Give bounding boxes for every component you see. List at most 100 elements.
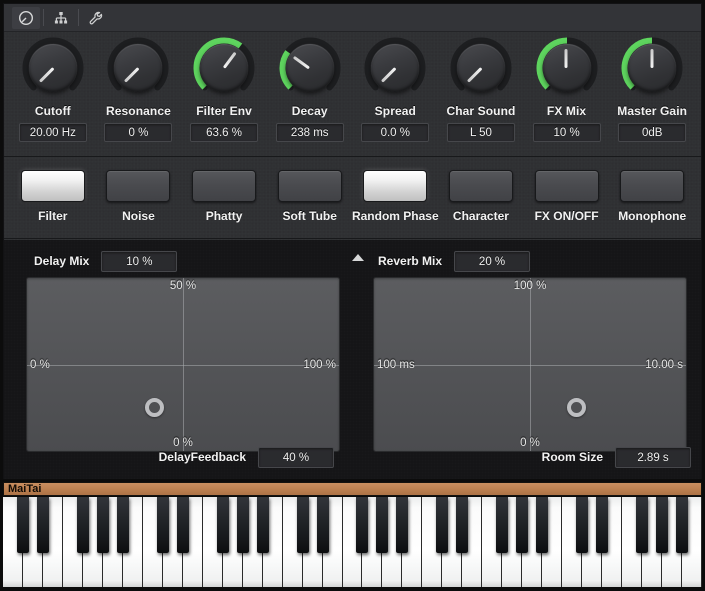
knob-value-field[interactable]: 0 % <box>104 123 173 142</box>
knob-cell-master-gain: Master Gain 0dB <box>612 32 692 142</box>
knob-label: Filter Env <box>196 104 252 118</box>
knob-resonance[interactable] <box>107 37 169 99</box>
knob-label: Cutoff <box>34 104 71 118</box>
delay-feedback-value[interactable]: 40 % <box>258 446 334 468</box>
reverb-pad-axis-horizontal <box>374 364 686 366</box>
knob-value-field[interactable]: 0dB <box>618 123 687 142</box>
delay-pad-axis-horizontal <box>27 364 339 366</box>
toggle-label-noise: Noise <box>122 209 155 223</box>
knob-filter-env[interactable] <box>193 37 255 99</box>
modulation-routing-button[interactable] <box>47 7 75 29</box>
piano-black-key[interactable] <box>636 497 649 553</box>
knob-value-field[interactable]: 10 % <box>532 123 601 142</box>
knob-value-field[interactable]: 0.0 % <box>361 123 430 142</box>
reverb-pad-label-left: 100 ms <box>377 358 415 371</box>
piano-black-key[interactable] <box>536 497 549 553</box>
delay-feedback-label: DelayFeedback <box>158 450 246 464</box>
delay-mix-row: Delay Mix 10 % <box>34 250 178 272</box>
piano-black-key[interactable] <box>396 497 409 553</box>
toolbar-divider-1 <box>43 9 44 26</box>
knob-label: Master Gain <box>617 104 688 118</box>
toggle-button-fx-on-off[interactable] <box>534 170 599 202</box>
settings-button[interactable] <box>82 7 110 29</box>
knob-cell-fx-mix: FX Mix 10 % <box>527 32 607 142</box>
piano-black-key[interactable] <box>456 497 469 553</box>
toggle-button-soft-tube[interactable] <box>277 170 342 202</box>
piano-black-key[interactable] <box>296 497 309 553</box>
knob-master-gain[interactable] <box>621 37 683 99</box>
piano-black-key[interactable] <box>76 497 89 553</box>
keyboard-range-bar[interactable]: MaiTai <box>3 482 702 496</box>
toggle-cell-filter: Filter <box>13 170 93 223</box>
knob-value-field[interactable]: 63.6 % <box>190 123 259 142</box>
piano-black-key[interactable] <box>596 497 609 553</box>
knob-cell-cutoff: Cutoff 20.00 Hz <box>13 32 93 142</box>
room-size-value[interactable]: 2.89 s <box>615 446 691 468</box>
toggle-cell-phatty: Phatty <box>184 170 264 223</box>
piano-black-key[interactable] <box>236 497 249 553</box>
knob-value-field[interactable]: L 50 <box>446 123 515 142</box>
toggle-label-random-phase: Random Phase <box>351 209 439 223</box>
piano-keyboard[interactable] <box>3 497 702 587</box>
toggle-button-monophone[interactable] <box>620 170 685 202</box>
piano-black-key[interactable] <box>36 497 49 553</box>
piano-black-key[interactable] <box>116 497 129 553</box>
plugin-panel: Cutoff 20.00 Hz Resonance 0 % Filter Env 63.6… <box>3 3 702 479</box>
fx-section: Delay Mix 10 % 50 % 0 % 0 % 100 % DelayF… <box>4 240 701 479</box>
knob-label: Char Sound <box>446 104 516 118</box>
delay-mix-value[interactable]: 10 % <box>101 250 178 272</box>
piano-black-key[interactable] <box>436 497 449 553</box>
delay-pad-handle[interactable] <box>145 398 165 418</box>
piano-black-key[interactable] <box>16 497 29 553</box>
delay-pad-label-top: 50 % <box>169 280 197 292</box>
reverb-pad-label-right: 10.00 s <box>645 358 683 371</box>
piano-black-key[interactable] <box>656 497 669 553</box>
knob-spread[interactable] <box>364 37 426 99</box>
toggle-button-character[interactable] <box>448 170 513 202</box>
delay-section: Delay Mix 10 % 50 % 0 % 0 % 100 % DelayF… <box>9 240 353 479</box>
knob-decay[interactable] <box>279 37 341 99</box>
knob-char-sound[interactable] <box>450 37 512 99</box>
toggle-cell-noise: Noise <box>98 170 178 223</box>
piano-black-key[interactable] <box>156 497 169 553</box>
piano-black-key[interactable] <box>316 497 329 553</box>
toggle-button-filter[interactable] <box>20 170 85 202</box>
piano-black-key[interactable] <box>676 497 688 553</box>
delay-xy-pad[interactable]: 50 % 0 % 0 % 100 % <box>26 277 340 452</box>
reverb-pad-handle[interactable] <box>567 398 587 418</box>
toggle-label-filter: Filter <box>38 209 68 223</box>
knob-value-field[interactable]: 20.00 Hz <box>18 123 87 142</box>
knob-fx-mix[interactable] <box>536 37 598 99</box>
reverb-xy-pad[interactable]: 100 % 0 % 100 ms 10.00 s <box>373 277 687 452</box>
toolbar-divider-2 <box>78 9 79 26</box>
knob-label: Decay <box>291 104 328 118</box>
delay-mix-label: Delay Mix <box>34 254 90 268</box>
knob-cutoff[interactable] <box>22 37 84 99</box>
delay-pad-label-left: 0 % <box>30 358 50 371</box>
piano-black-key[interactable] <box>256 497 269 553</box>
piano-black-key[interactable] <box>356 497 369 553</box>
editor-view-button[interactable] <box>12 6 40 29</box>
delay-feedback-row: DelayFeedback 40 % <box>159 446 334 468</box>
room-size-row: Room Size 2.89 s <box>542 446 691 468</box>
chevron-up-icon <box>352 253 364 261</box>
piano-black-key[interactable] <box>496 497 509 553</box>
piano-black-key[interactable] <box>216 497 229 553</box>
piano-black-key[interactable] <box>516 497 529 553</box>
maitai-plugin-window: Cutoff 20.00 Hz Resonance 0 % Filter Env 63.6… <box>0 0 705 591</box>
knob-value-field[interactable]: 238 ms <box>275 123 344 142</box>
toolbar <box>4 4 701 32</box>
toggle-button-random-phase[interactable] <box>363 170 428 202</box>
piano-black-key[interactable] <box>176 497 189 553</box>
wrench-icon <box>89 11 103 24</box>
piano-black-key[interactable] <box>576 497 589 553</box>
piano-black-key[interactable] <box>96 497 109 553</box>
toggle-button-phatty[interactable] <box>192 170 257 202</box>
knob-label: FX Mix <box>546 104 587 118</box>
piano-black-key[interactable] <box>376 497 389 553</box>
reverb-mix-value[interactable]: 20 % <box>454 250 531 272</box>
toggle-cell-character: Character <box>441 170 521 223</box>
knob-pointer <box>650 49 654 68</box>
toggle-button-noise[interactable] <box>106 170 171 202</box>
collapse-fx-button[interactable] <box>349 251 367 263</box>
